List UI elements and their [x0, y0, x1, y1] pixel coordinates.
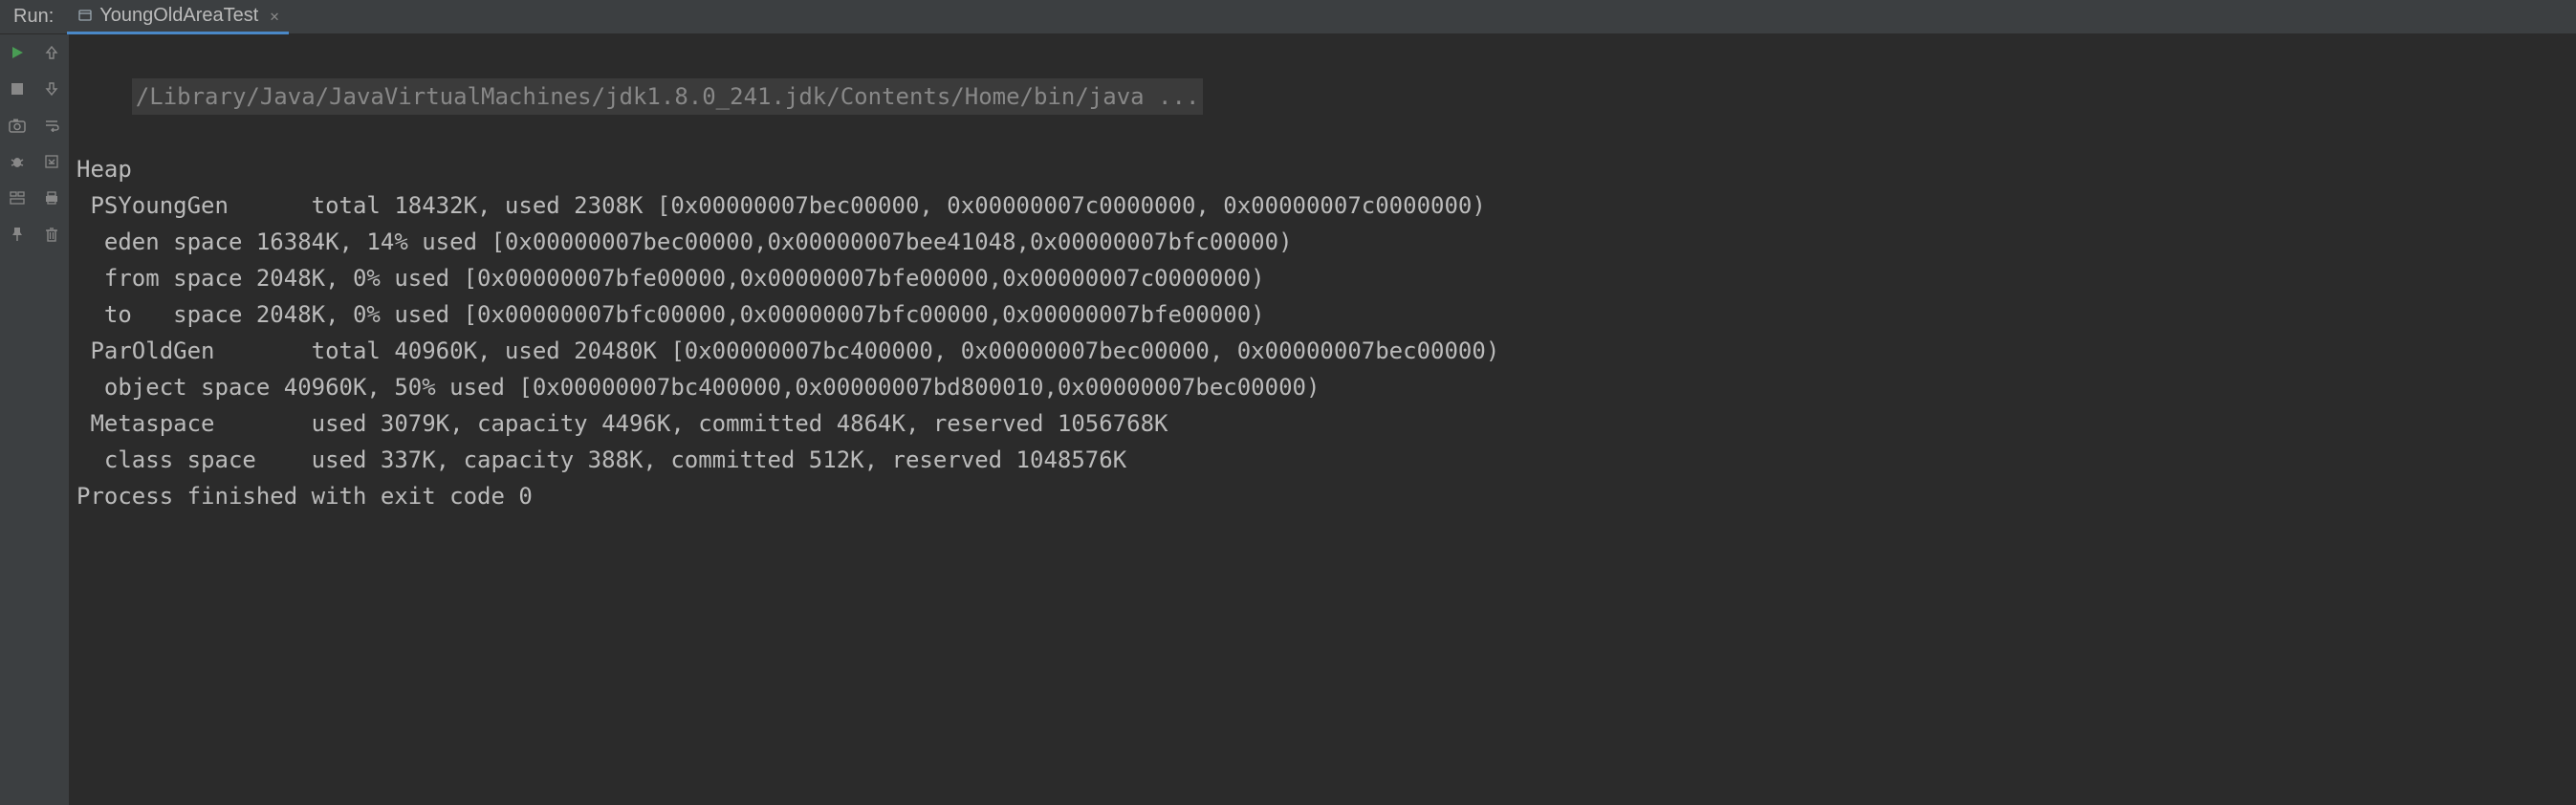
- soft-wrap-icon[interactable]: [41, 115, 62, 136]
- console-line: eden space 16384K, 14% used [0x00000007b…: [76, 224, 2576, 260]
- rerun-icon[interactable]: [7, 42, 28, 63]
- stop-icon[interactable]: [7, 78, 28, 99]
- application-icon: [76, 7, 94, 24]
- console-line: object space 40960K, 50% used [0x0000000…: [76, 369, 2576, 405]
- console-line: PSYoungGen total 18432K, used 2308K [0x0…: [76, 187, 2576, 224]
- print-icon[interactable]: [41, 187, 62, 208]
- console-line: Process finished with exit code 0: [76, 478, 2576, 514]
- command-line: /Library/Java/JavaVirtualMachines/jdk1.8…: [132, 78, 1204, 115]
- left-toolbar-col-1: [0, 34, 34, 805]
- close-icon[interactable]: ✕: [264, 7, 279, 25]
- tab-label: YoungOldAreaTest: [99, 5, 258, 27]
- run-config-tab[interactable]: YoungOldAreaTest ✕: [67, 0, 289, 34]
- console-output[interactable]: /Library/Java/JavaVirtualMachines/jdk1.8…: [69, 34, 2576, 805]
- console-line: from space 2048K, 0% used [0x00000007bfe…: [76, 260, 2576, 296]
- up-arrow-icon[interactable]: [41, 42, 62, 63]
- console-line: Metaspace used 3079K, capacity 4496K, co…: [76, 405, 2576, 442]
- pin-icon[interactable]: [7, 224, 28, 245]
- console-line: to space 2048K, 0% used [0x00000007bfc00…: [76, 296, 2576, 333]
- scroll-to-end-icon[interactable]: [41, 151, 62, 172]
- left-toolbar-col-2: [34, 34, 69, 805]
- bug-icon[interactable]: [7, 151, 28, 172]
- layout-icon[interactable]: [7, 187, 28, 208]
- camera-icon[interactable]: [7, 115, 28, 136]
- run-label: Run:: [0, 6, 67, 28]
- console-line: ParOldGen total 40960K, used 20480K [0x0…: [76, 333, 2576, 369]
- console-line: Heap: [76, 151, 2576, 187]
- main-area: /Library/Java/JavaVirtualMachines/jdk1.8…: [0, 34, 2576, 805]
- down-arrow-icon[interactable]: [41, 78, 62, 99]
- tool-window-header: Run: YoungOldAreaTest ✕: [0, 0, 2576, 34]
- trash-icon[interactable]: [41, 224, 62, 245]
- console-line: class space used 337K, capacity 388K, co…: [76, 442, 2576, 478]
